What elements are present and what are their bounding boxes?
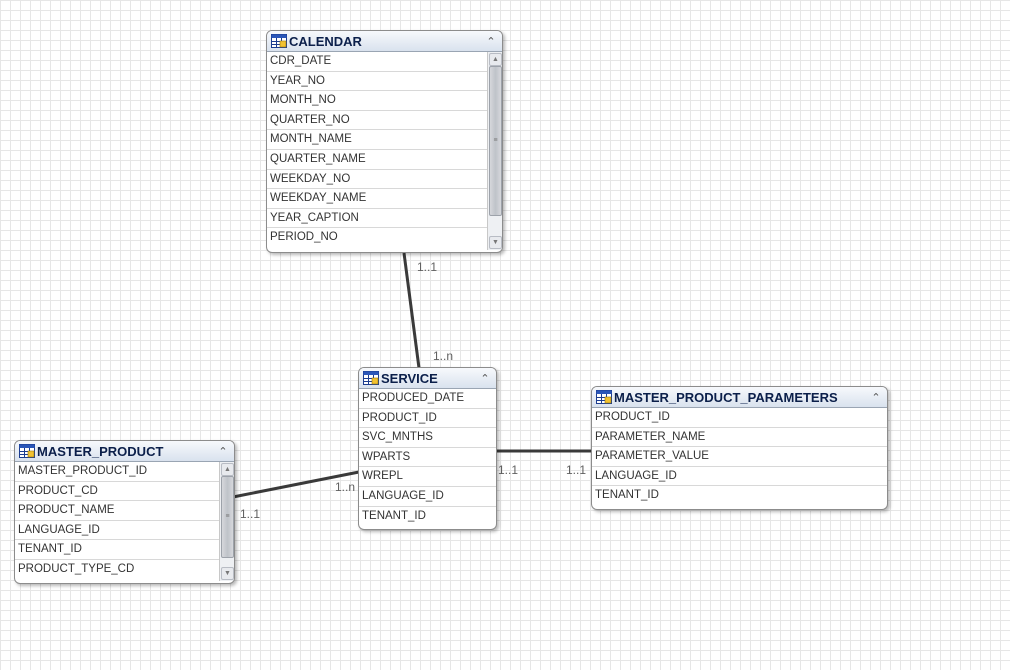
column-row[interactable]: MONTH_NO	[267, 91, 487, 111]
entity-calendar[interactable]: CALENDAR ⌃ CDR_DATE YEAR_NO MONTH_NO QUA…	[266, 30, 503, 253]
column-row[interactable]: TENANT_ID	[15, 540, 219, 560]
column-row[interactable]: PERIOD_NO	[267, 228, 487, 248]
column-row[interactable]: PRODUCT_TYPE_CD	[15, 560, 219, 580]
table-icon	[596, 390, 612, 404]
scrollbar[interactable]: ▲ ≡ ▼	[487, 52, 502, 250]
column-row[interactable]: YEAR_CAPTION	[267, 209, 487, 229]
scroll-up-icon[interactable]: ▲	[489, 53, 502, 66]
entity-service[interactable]: SERVICE ⌃ PRODUCED_DATE PRODUCT_ID SVC_M…	[358, 367, 497, 530]
double-chevron-up-icon[interactable]: ⌃	[484, 35, 498, 48]
column-row[interactable]: WREPL	[359, 467, 496, 487]
column-row[interactable]: LANGUAGE_ID	[15, 521, 219, 541]
multiplicity-service-calendar-end: 1..n	[433, 349, 454, 363]
entity-header[interactable]: CALENDAR ⌃	[267, 31, 502, 52]
entity-master-product[interactable]: MASTER_PRODUCT ⌃ MASTER_PRODUCT_ID PRODU…	[14, 440, 235, 584]
entity-header[interactable]: SERVICE ⌃	[359, 368, 496, 389]
column-row[interactable]: PARAMETER_NAME	[592, 428, 887, 448]
column-row[interactable]: WEEKDAY_NO	[267, 170, 487, 190]
column-list: CDR_DATE YEAR_NO MONTH_NO QUARTER_NO MON…	[267, 52, 487, 250]
column-row[interactable]: PRODUCT_CD	[15, 482, 219, 502]
entity-title: MASTER_PRODUCT	[37, 443, 164, 459]
multiplicity-service-master-product-end: 1..n	[335, 480, 356, 494]
multiplicity-service-parameters-end: 1..1	[498, 463, 519, 477]
entity-header[interactable]: MASTER_PRODUCT_PARAMETERS ⌃	[592, 387, 887, 408]
table-icon	[363, 371, 379, 385]
column-row[interactable]: PRODUCED_DATE	[359, 389, 496, 409]
multiplicity-calendar-end: 1..1	[417, 260, 438, 274]
table-icon	[19, 444, 35, 458]
column-row[interactable]: LANGUAGE_ID	[359, 487, 496, 507]
scrollbar[interactable]: ▲ ≡ ▼	[219, 462, 234, 581]
column-list: PRODUCED_DATE PRODUCT_ID SVC_MNTHS WPART…	[359, 389, 496, 526]
scroll-thumb[interactable]: ≡	[489, 66, 502, 216]
column-list: PRODUCT_ID PARAMETER_NAME PARAMETER_VALU…	[592, 408, 887, 506]
column-row[interactable]: PARAMETER_VALUE	[592, 447, 887, 467]
column-row[interactable]: QUARTER_NAME	[267, 150, 487, 170]
double-chevron-up-icon[interactable]: ⌃	[216, 445, 230, 458]
scroll-up-icon[interactable]: ▲	[221, 463, 234, 476]
double-chevron-up-icon[interactable]: ⌃	[869, 391, 883, 404]
column-row[interactable]: TENANT_ID	[359, 507, 496, 527]
column-row[interactable]: WPARTS	[359, 448, 496, 468]
scroll-down-icon[interactable]: ▼	[489, 236, 502, 249]
entity-title: CALENDAR	[289, 33, 362, 49]
entity-title: SERVICE	[381, 370, 438, 386]
entity-title: MASTER_PRODUCT_PARAMETERS	[614, 389, 838, 405]
column-row[interactable]: YEAR_NO	[267, 72, 487, 92]
scroll-thumb[interactable]: ≡	[221, 476, 234, 558]
column-row[interactable]: PRODUCT_ID	[592, 408, 887, 428]
column-row[interactable]: MONTH_NAME	[267, 130, 487, 150]
entity-header[interactable]: MASTER_PRODUCT ⌃	[15, 441, 234, 462]
column-list: MASTER_PRODUCT_ID PRODUCT_CD PRODUCT_NAM…	[15, 462, 219, 581]
column-row[interactable]: LANGUAGE_ID	[592, 467, 887, 487]
column-row[interactable]: MASTER_PRODUCT_ID	[15, 462, 219, 482]
scroll-down-icon[interactable]: ▼	[221, 567, 234, 580]
column-row[interactable]: WEEKDAY_NAME	[267, 189, 487, 209]
column-row[interactable]: CDR_DATE	[267, 52, 487, 72]
column-row[interactable]: SVC_MNTHS	[359, 428, 496, 448]
column-row[interactable]: PRODUCT_NAME	[15, 501, 219, 521]
column-row[interactable]: PRODUCT_ID	[359, 409, 496, 429]
table-icon	[271, 34, 287, 48]
column-row[interactable]: TENANT_ID	[592, 486, 887, 506]
multiplicity-master-product-end: 1..1	[240, 507, 261, 521]
multiplicity-parameters-end: 1..1	[566, 463, 587, 477]
entity-master-product-parameters[interactable]: MASTER_PRODUCT_PARAMETERS ⌃ PRODUCT_ID P…	[591, 386, 888, 510]
double-chevron-up-icon[interactable]: ⌃	[478, 372, 492, 385]
column-row[interactable]: QUARTER_NO	[267, 111, 487, 131]
